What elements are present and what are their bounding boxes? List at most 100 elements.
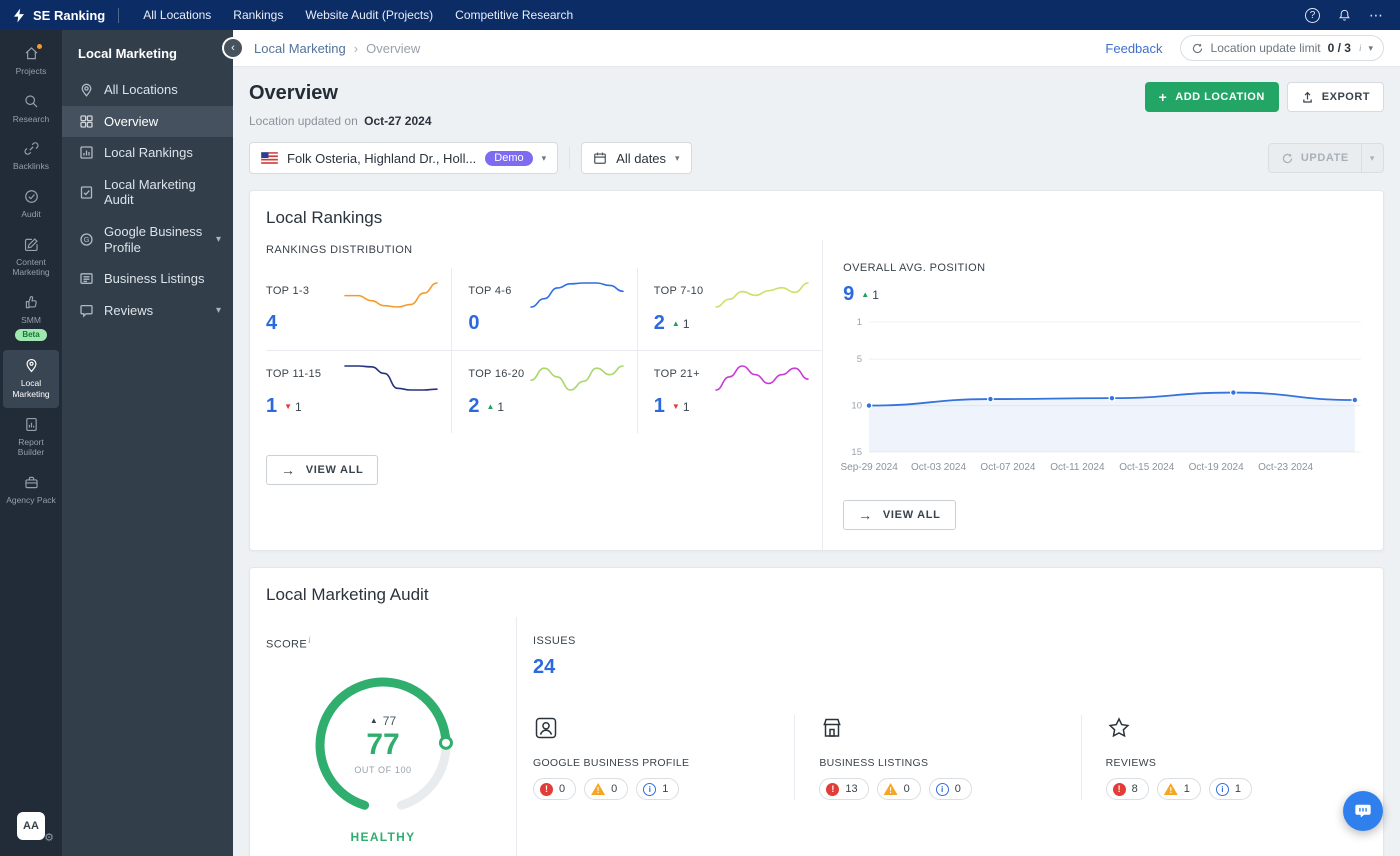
errors-count: 0 <box>559 783 566 795</box>
issue-section-label: GOOGLE BUSINESS PROFILE <box>533 757 690 769</box>
update-button[interactable]: UPDATE ▾ <box>1267 143 1384 173</box>
avg-position-chart: 151015 <box>852 317 1362 458</box>
sidebar-item-local-marketing-audit[interactable]: Local Marketing Audit <box>62 169 233 216</box>
distribution-grid: TOP 1-3 4 TOP 4-6 0 TOP 7-10 2 ▲ 1 TOP 1… <box>266 268 823 433</box>
date-range-select[interactable]: All dates ▾ <box>581 142 692 174</box>
errors-count: 8 <box>1131 783 1138 795</box>
distribution-cell-top-7-10: TOP 7-10 2 ▲ 1 <box>636 268 822 350</box>
warnings-count: 1 <box>1183 783 1190 795</box>
range-value: 2 <box>468 395 480 417</box>
score-value: 77 <box>366 728 400 762</box>
sidebar-collapse-button[interactable]: ‹ <box>224 39 242 57</box>
notifications-bell-icon[interactable] <box>1337 8 1352 23</box>
nav-rankings[interactable]: Rankings <box>222 0 294 30</box>
delta-arrow-icon: ▼ <box>671 401 680 411</box>
issue-columns: GOOGLE BUSINESS PROFILE ! 0 ! 0 i1 BUSINES… <box>533 715 1367 800</box>
rankings-distribution-panel: RANKINGS DISTRIBUTION TOP 1-3 4 TOP 4-6 … <box>250 240 823 550</box>
rail-item-label: Agency Pack <box>6 494 56 505</box>
chat-launcher-button[interactable] <box>1343 791 1383 831</box>
svg-text:1: 1 <box>857 317 862 328</box>
issues-total: 24 <box>533 656 556 678</box>
warnings-badge[interactable]: ! 0 <box>584 778 629 800</box>
help-icon[interactable]: ? <box>1305 7 1320 23</box>
sidebar-item-business-listings[interactable]: Business Listings <box>62 263 233 295</box>
errors-badge[interactable]: ! 0 <box>533 778 577 800</box>
updated-prefix: Location updated on <box>249 114 358 128</box>
x-axis-label: Oct-07 2024 <box>980 462 1036 473</box>
nav-website-audit[interactable]: Website Audit (Projects) <box>294 0 444 30</box>
issue-section-label: BUSINESS LISTINGS <box>819 757 929 769</box>
rail-item-content-marketing[interactable]: Content Marketing <box>3 229 59 286</box>
location-update-limit[interactable]: Location update limit 0 / 3 i ▾ <box>1179 35 1384 61</box>
rail-item-backlinks[interactable]: Backlinks <box>3 133 59 180</box>
notices-badge[interactable]: i1 <box>636 778 680 800</box>
breadcrumb-section-link[interactable]: Local Marketing <box>254 41 346 56</box>
smm-thumbs-up-icon <box>25 295 37 308</box>
sidebar-item-label: Google Business Profile <box>104 223 203 255</box>
score-section-label: SCOREi <box>266 635 500 651</box>
rail-item-research[interactable]: Research <box>3 86 59 133</box>
rail-item-projects[interactable]: Projects <box>3 38 59 85</box>
update-button-main[interactable]: UPDATE <box>1269 144 1361 172</box>
feedback-link[interactable]: Feedback <box>1105 41 1162 56</box>
notification-dot <box>37 44 42 49</box>
sidebar-item-local-rankings[interactable]: Local Rankings <box>62 137 233 169</box>
chevron-right-icon: › <box>353 40 359 56</box>
notices-count: 1 <box>1234 783 1242 795</box>
view-all-label: VIEW ALL <box>305 464 364 476</box>
notices-badge[interactable]: i1 <box>1208 778 1253 800</box>
rail-item-local-marketing[interactable]: Local Marketing <box>3 350 59 408</box>
arrow-right-icon: → <box>281 462 296 478</box>
error-icon: ! <box>1112 782 1126 796</box>
nav-all-locations[interactable]: All Locations <box>132 0 222 30</box>
listings-card-icon <box>80 273 93 285</box>
brand-logo[interactable]: SE Ranking <box>12 8 105 23</box>
distribution-cell-top-11-15: TOP 11-15 1 ▼ 1 <box>266 350 452 433</box>
sidebar-item-google-business-profile[interactable]: G Google Business Profile ▾ <box>62 216 233 263</box>
view-all-positions-button[interactable]: → VIEW ALL <box>843 500 956 530</box>
export-button[interactable]: EXPORT <box>1286 82 1384 112</box>
rail-item-agency-pack[interactable]: Agency Pack <box>3 467 59 514</box>
arrow-up-icon: ▲ <box>369 716 378 726</box>
warnings-badge[interactable]: ! 0 <box>876 778 921 800</box>
info-superscript-icon: i <box>1358 43 1362 53</box>
errors-badge[interactable]: ! 8 <box>1105 778 1149 800</box>
issue-badges: ! 13 ! 0 i0 <box>819 778 1060 800</box>
distribution-cell-top-4-6: TOP 4-6 0 <box>451 268 636 350</box>
warnings-badge[interactable]: ! 1 <box>1156 778 1201 800</box>
main-area: ‹ Local Marketing › Overview Feedback Lo… <box>224 30 1400 856</box>
local-rankings-card: Local Rankings RANKINGS DISTRIBUTION TOP… <box>249 190 1384 551</box>
range-label: TOP 1-3 <box>266 285 310 297</box>
demo-badge: Demo <box>485 150 533 166</box>
card-title: Local Marketing Audit <box>266 585 429 604</box>
add-location-button[interactable]: + ADD LOCATION <box>1144 82 1279 112</box>
top-bar: SE Ranking All Locations Rankings Websit… <box>0 0 1400 30</box>
location-select[interactable]: Folk Osteria, Highland Dr., Holl... Demo… <box>249 142 559 174</box>
rail-item-report-builder[interactable]: Report Builder <box>3 409 59 466</box>
agency-briefcase-icon <box>24 476 38 489</box>
update-dropdown-toggle[interactable]: ▾ <box>1360 144 1383 172</box>
warnings-count: 0 <box>611 783 618 795</box>
sidebar-item-reviews[interactable]: Reviews ▾ <box>62 295 233 327</box>
more-options-icon[interactable]: ⋯ <box>1369 8 1384 22</box>
nav-competitive-research[interactable]: Competitive Research <box>444 0 584 30</box>
view-all-rankings-button[interactable]: → VIEW ALL <box>266 455 379 485</box>
notices-badge[interactable]: i0 <box>928 778 972 800</box>
delta-value: 1 <box>497 399 505 414</box>
avatar[interactable]: AA <box>17 812 45 840</box>
backlinks-link-icon <box>23 142 39 155</box>
refresh-icon <box>1192 43 1202 53</box>
avg-position-panel: OVERALL AVG. POSITION 9 ▲ 1 1 5 10 15 Sep-29… <box>822 240 1383 550</box>
rail-item-audit[interactable]: Audit <box>3 181 59 228</box>
avg-position-value: 9 <box>843 283 855 305</box>
issue-section-label: REVIEWS <box>1105 757 1157 769</box>
issues-label: ISSUES <box>533 635 576 647</box>
sidebar-item-all-locations[interactable]: All Locations <box>62 74 233 106</box>
chevron-down-icon: ▾ <box>215 233 221 245</box>
rail-item-smm[interactable]: SMM Beta <box>3 287 59 350</box>
sidebar-item-overview[interactable]: Overview <box>62 105 233 138</box>
chevron-down-icon: ▾ <box>541 152 547 163</box>
location-updated-text: Location updated on Oct-27 2024 <box>249 114 432 128</box>
errors-badge[interactable]: ! 13 <box>819 778 869 800</box>
settings-gear-icon[interactable]: ⚙ <box>44 831 54 844</box>
